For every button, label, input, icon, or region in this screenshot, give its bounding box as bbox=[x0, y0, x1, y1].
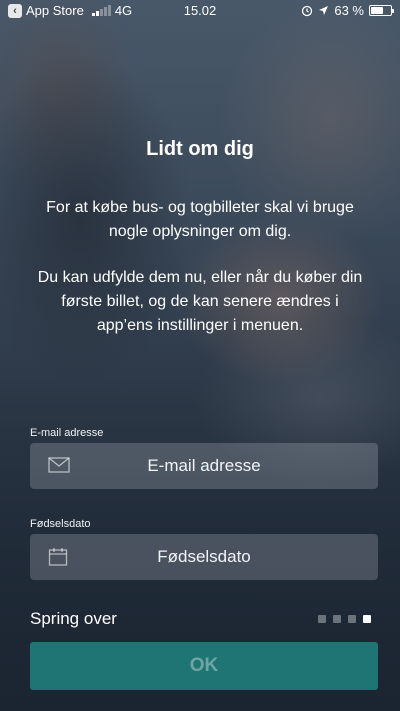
page-dot bbox=[333, 615, 341, 623]
page-indicator bbox=[318, 615, 371, 623]
background-overlay bbox=[0, 0, 400, 711]
birthdate-label: Fødselsdato bbox=[30, 518, 91, 530]
email-label: E-mail adresse bbox=[30, 427, 104, 439]
page-title: Lidt om dig bbox=[146, 138, 254, 160]
battery-icon bbox=[369, 5, 394, 16]
page-dot bbox=[348, 615, 356, 623]
email-field[interactable]: E-mail adresse bbox=[30, 443, 378, 489]
intro-text: For at købe bus- og togbilleter skal vi … bbox=[46, 199, 354, 240]
battery-cap bbox=[392, 9, 394, 13]
status-bar: ‹ App Store 4G 15.02 63 % bbox=[0, 0, 400, 22]
location-icon bbox=[319, 6, 329, 15]
status-right: 63 % bbox=[301, 3, 394, 18]
skip-button[interactable]: Spring over bbox=[30, 609, 117, 629]
page-dot bbox=[318, 615, 326, 623]
ok-button[interactable]: OK bbox=[30, 642, 378, 690]
battery-fill bbox=[371, 7, 383, 14]
email-placeholder: E-mail adresse bbox=[147, 456, 261, 475]
birthdate-field[interactable]: Fødselsdato bbox=[30, 534, 378, 580]
intro-text-secondary: Du kan udfylde dem nu, eller når du købe… bbox=[37, 269, 363, 334]
page-dot bbox=[363, 615, 371, 623]
alarm-icon bbox=[302, 5, 313, 16]
battery-label: 63 % bbox=[334, 3, 364, 18]
birthdate-placeholder: Fødselsdato bbox=[157, 547, 251, 566]
